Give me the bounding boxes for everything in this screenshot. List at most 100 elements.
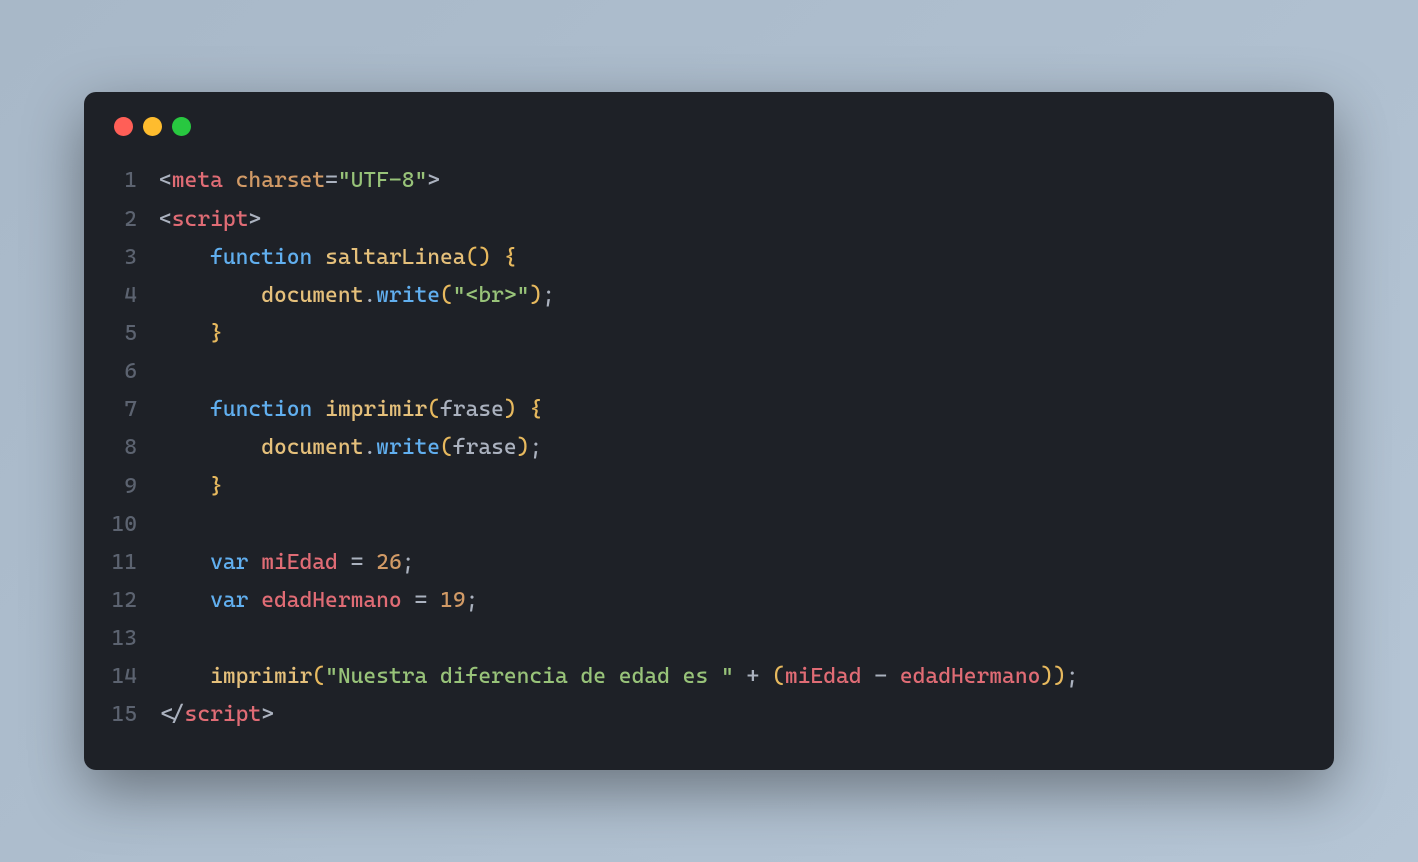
line-number: 9: [109, 468, 159, 506]
token-default: [248, 550, 261, 575]
line-number: 12: [109, 582, 159, 620]
line-number: 7: [109, 391, 159, 429]
code-line[interactable]: 3 function saltarLinea() {: [109, 239, 1309, 277]
code-line[interactable]: 5 }: [109, 315, 1309, 353]
token-number: 26: [376, 550, 402, 575]
code-line[interactable]: 12 var edadHermano = 19;: [109, 582, 1309, 620]
token-string: "UTF-8": [338, 168, 427, 193]
token-punct: ;: [402, 550, 415, 575]
token-punct: =: [325, 168, 338, 193]
token-kw-blue: function: [210, 245, 312, 270]
token-default: [363, 550, 376, 575]
token-punct: <: [159, 168, 172, 193]
minimize-button[interactable]: [143, 117, 162, 136]
token-bracket: (: [772, 664, 785, 689]
code-content[interactable]: imprimir("Nuestra diferencia de edad es …: [159, 658, 1079, 696]
token-var-name: edadHermano: [261, 588, 402, 613]
close-button[interactable]: [114, 117, 133, 136]
token-ident: saltarLinea: [325, 245, 466, 270]
code-line[interactable]: 15</script>: [109, 696, 1309, 734]
code-line[interactable]: 11 var miEdad = 26;: [109, 544, 1309, 582]
code-line[interactable]: 13: [109, 620, 1309, 658]
token-default: [312, 245, 325, 270]
code-content[interactable]: document.write("<br>");: [159, 277, 555, 315]
line-number: 14: [109, 658, 159, 696]
token-default: [427, 588, 440, 613]
token-number: 19: [440, 588, 466, 613]
line-number: 8: [109, 429, 159, 467]
token-bracket: ): [517, 435, 530, 460]
token-var-name: miEdad: [785, 664, 862, 689]
maximize-button[interactable]: [172, 117, 191, 136]
token-ident: imprimir: [210, 664, 312, 689]
code-content[interactable]: </script>: [159, 696, 274, 734]
token-tag: meta: [172, 168, 223, 193]
line-number: 13: [109, 620, 159, 658]
code-line[interactable]: 4 document.write("<br>");: [109, 277, 1309, 315]
token-ident: imprimir: [325, 397, 427, 422]
token-default: [734, 664, 747, 689]
code-content[interactable]: <script>: [159, 201, 261, 239]
token-punct: >: [248, 207, 261, 232]
token-bracket: (): [466, 245, 492, 270]
code-line[interactable]: 2<script>: [109, 201, 1309, 239]
line-number: 5: [109, 315, 159, 353]
token-default: [248, 588, 261, 613]
token-tag: script: [172, 207, 249, 232]
token-punct: ;: [542, 283, 555, 308]
line-number: 4: [109, 277, 159, 315]
code-line[interactable]: 1<meta charset="UTF-8">: [109, 162, 1309, 200]
code-content[interactable]: }: [159, 315, 223, 353]
code-area[interactable]: 1<meta charset="UTF-8">2<script>3 functi…: [109, 162, 1309, 734]
token-bracket: {: [529, 397, 542, 422]
token-var-name: miEdad: [261, 550, 338, 575]
code-line[interactable]: 10: [109, 506, 1309, 544]
code-line[interactable]: 8 document.write(frase);: [109, 429, 1309, 467]
code-content[interactable]: function imprimir(frase) {: [159, 391, 542, 429]
token-kw-blue: function: [210, 397, 312, 422]
token-obj: document: [261, 283, 363, 308]
token-punct: >: [427, 168, 440, 193]
token-punct: .: [363, 283, 376, 308]
code-line[interactable]: 6: [109, 353, 1309, 391]
code-content[interactable]: }: [159, 468, 223, 506]
token-param: frase: [440, 397, 504, 422]
token-attr: charset: [236, 168, 325, 193]
code-line[interactable]: 7 function imprimir(frase) {: [109, 391, 1309, 429]
token-bracket: ): [529, 283, 542, 308]
token-bracket: {: [504, 245, 517, 270]
window-controls: [109, 117, 1309, 136]
token-punct: ;: [529, 435, 542, 460]
line-number: 2: [109, 201, 159, 239]
token-kw-blue: var: [210, 588, 248, 613]
token-punct: =: [414, 588, 427, 613]
code-content[interactable]: document.write(frase);: [159, 429, 542, 467]
line-number: 11: [109, 544, 159, 582]
token-default: [887, 664, 900, 689]
token-default: [517, 397, 530, 422]
token-default: [862, 664, 875, 689]
token-punct: -: [874, 664, 887, 689]
token-kw-blue: var: [210, 550, 248, 575]
code-content[interactable]: var miEdad = 26;: [159, 544, 415, 582]
token-bracket: )): [1040, 664, 1066, 689]
line-number: 3: [109, 239, 159, 277]
token-var-name: edadHermano: [900, 664, 1041, 689]
token-punct: </: [159, 702, 185, 727]
token-default: [223, 168, 236, 193]
token-bracket: (: [312, 664, 325, 689]
token-punct: ;: [466, 588, 479, 613]
code-line[interactable]: 9 }: [109, 468, 1309, 506]
code-content[interactable]: function saltarLinea() {: [159, 239, 517, 277]
code-content[interactable]: var edadHermano = 19;: [159, 582, 478, 620]
token-default: [402, 588, 415, 613]
token-punct: +: [747, 664, 760, 689]
code-content[interactable]: <meta charset="UTF-8">: [159, 162, 440, 200]
token-func: write: [376, 435, 440, 460]
code-line[interactable]: 14 imprimir("Nuestra diferencia de edad …: [109, 658, 1309, 696]
token-obj: document: [261, 435, 363, 460]
token-string: "<br>": [453, 283, 530, 308]
line-number: 15: [109, 696, 159, 734]
line-number: 10: [109, 506, 159, 544]
token-tag: script: [185, 702, 262, 727]
